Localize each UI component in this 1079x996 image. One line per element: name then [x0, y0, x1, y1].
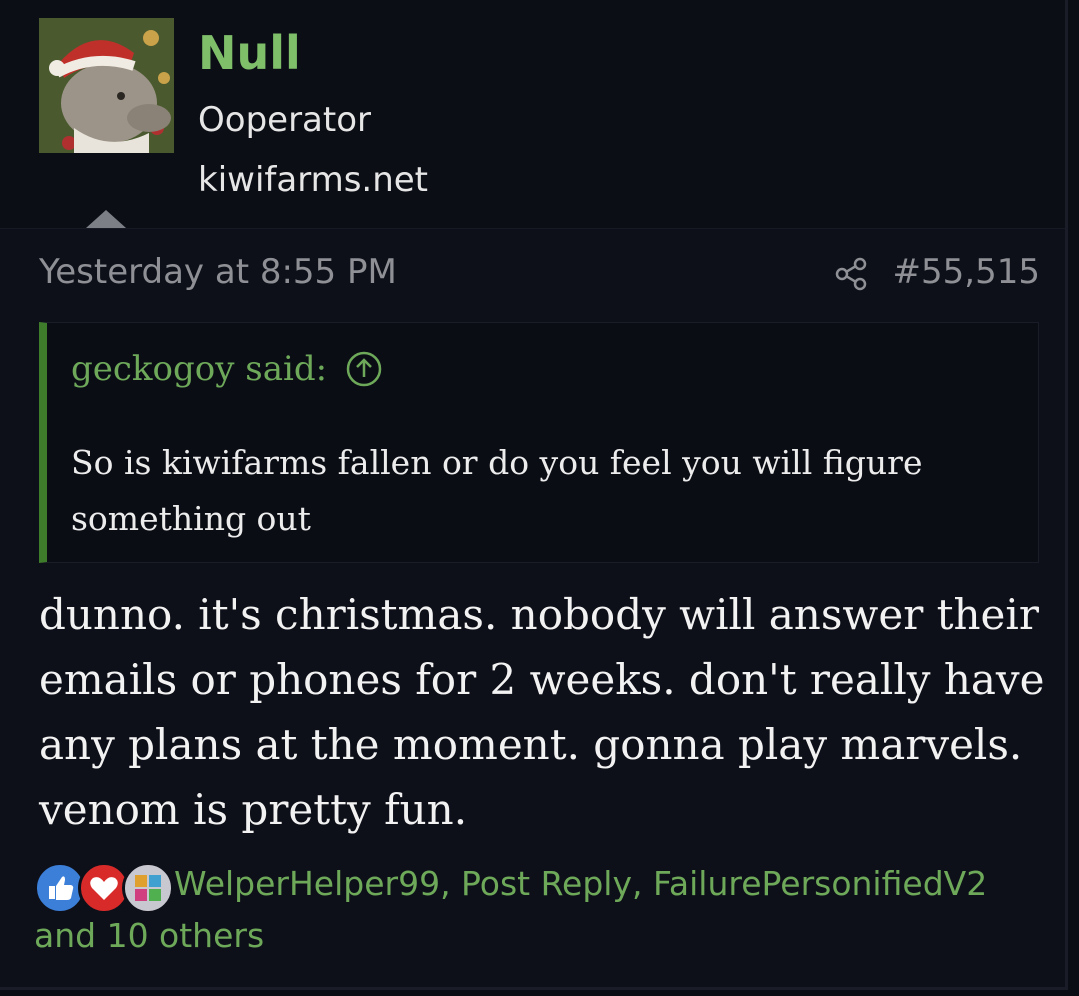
user-extra: kiwifarms.net: [198, 160, 429, 200]
username[interactable]: Null: [198, 26, 301, 80]
quote-block: geckogoy said: So is kiwifarms fallen or…: [39, 322, 1039, 563]
divider: [0, 228, 1065, 229]
post-container: Null Ooperator kiwifarms.net Yesterday a…: [0, 0, 1068, 990]
reactions-bar[interactable]: WelperHelper99, Post Reply, FailurePerso…: [34, 858, 1034, 962]
reaction-users[interactable]: WelperHelper99, Post Reply, FailurePerso…: [34, 864, 987, 955]
reaction-icons[interactable]: [34, 858, 174, 914]
quote-text: So is kiwifarms fallen or do you feel yo…: [71, 443, 923, 538]
share-icon[interactable]: [834, 256, 870, 292]
user-title: Ooperator: [198, 100, 371, 140]
avatar[interactable]: [39, 18, 174, 153]
puzzle-icon: [122, 862, 174, 914]
arrow-up-circle-icon[interactable]: [345, 350, 383, 388]
quote-attribution[interactable]: geckogoy said:: [71, 349, 383, 389]
collapse-arrow-icon[interactable]: [86, 210, 126, 228]
user-block: Null Ooperator kiwifarms.net: [0, 0, 1065, 228]
post-number[interactable]: #55,515: [893, 252, 1040, 292]
post-timestamp[interactable]: Yesterday at 8:55 PM: [39, 252, 397, 292]
quote-author[interactable]: geckogoy said:: [71, 349, 327, 389]
post-body: dunno. it's christmas. nobody will answe…: [39, 590, 1045, 834]
